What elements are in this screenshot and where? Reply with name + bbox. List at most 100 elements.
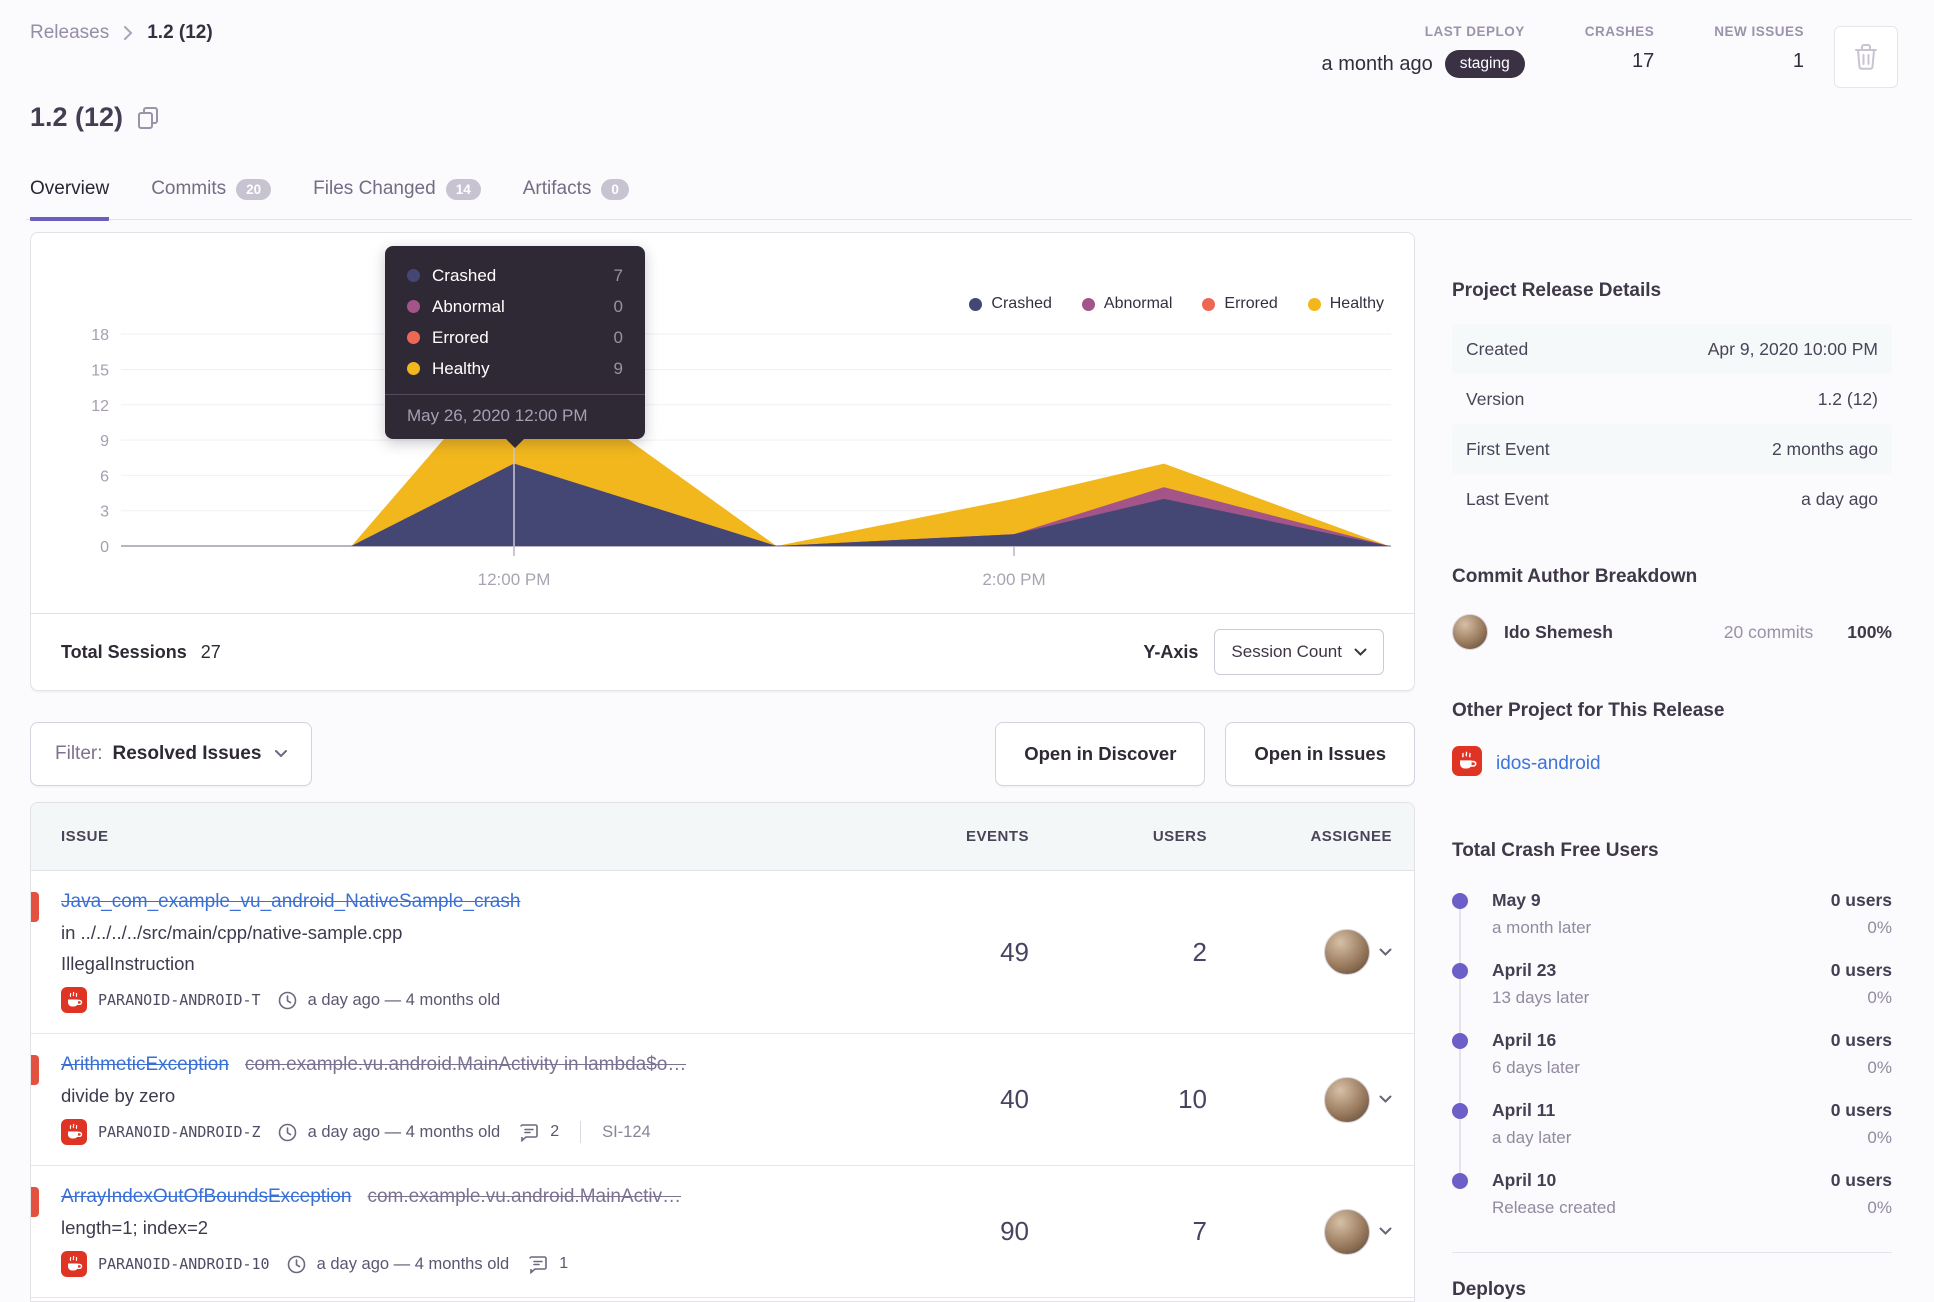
chevron-down-icon <box>1379 1227 1392 1235</box>
tab-overview[interactable]: Overview <box>30 170 110 221</box>
assignee-dropdown-chevron[interactable] <box>1379 1227 1392 1236</box>
entry-users: 0 users <box>1830 890 1892 910</box>
release-details-rows: Created Apr 9, 2020 10:00 PM Version 1.2 (1… <box>1452 324 1892 524</box>
issues-table-body: Java_com_example_vu_android_NativeSample… <box>31 871 1414 1298</box>
filter-selected-value: Resolved Issues <box>112 743 262 764</box>
tooltip-series-name: Errored <box>432 327 489 347</box>
tooltip-series-value: 9 <box>613 358 623 378</box>
chevron-down-icon <box>1379 948 1392 956</box>
crash-free-entry: April 16 0 users 6 days later 0% <box>1452 1030 1892 1100</box>
legend-item-healthy[interactable]: Healthy <box>1307 295 1384 313</box>
column-header-assignee: ASSIGNEE <box>1310 828 1392 845</box>
project-slug: PARANOID-ANDROID-Z <box>98 1123 261 1141</box>
legend-item-crashed[interactable]: Crashed <box>969 295 1052 313</box>
deploys-heading: Deploys <box>1452 1279 1526 1300</box>
tooltip-series-value: 7 <box>613 265 623 285</box>
entry-users: 0 users <box>1830 1100 1892 1120</box>
sessions-chart-panel: 0 3 6 9 12 15 18 12:00 PM 2:00 PM Crashed Abnorma… <box>30 232 1415 691</box>
java-platform-icon <box>1452 746 1482 776</box>
chart-footer: Total Sessions 27 Y-Axis Session Count <box>31 613 1414 690</box>
assignee-avatar[interactable] <box>1324 1076 1370 1123</box>
tooltip-series-name: Abnormal <box>432 296 505 316</box>
open-in-discover-button[interactable]: Open in Discover <box>995 722 1206 786</box>
header-stat-crashes: CRASHES 17 <box>1585 24 1655 78</box>
tooltip-rows: Crashed 7 Abnormal 0 Errored 0 Healthy 9 <box>385 246 645 394</box>
detail-label: Last Event <box>1466 488 1549 509</box>
tab-commits[interactable]: Commits 20 <box>151 170 272 221</box>
timeline-dot-icon <box>1452 1103 1468 1119</box>
entry-date: April 23 <box>1492 960 1557 980</box>
other-project-heading: Other Project for This Release <box>1452 700 1725 721</box>
issue-subtitle: IllegalInstruction <box>61 953 195 974</box>
entry-date: April 10 <box>1492 1170 1557 1190</box>
filter-label: Filter: <box>55 743 103 764</box>
tab-count-badge: 14 <box>445 178 481 200</box>
unresolved-marker <box>31 1055 39 1085</box>
header-stat-new-issues: NEW ISSUES 1 <box>1714 24 1804 78</box>
stat-value: a month ago staging <box>1322 50 1525 78</box>
breadcrumb-releases-link[interactable]: Releases <box>30 22 109 44</box>
issue-title-link[interactable]: Java_com_example_vu_android_NativeSample… <box>61 891 520 913</box>
header-stat-last-deploy: LAST DEPLOY a month ago staging <box>1322 24 1525 78</box>
detail-row-last-event: Last Event a day ago <box>1452 474 1892 524</box>
entry-note: 13 days later <box>1492 988 1590 1007</box>
tab-label: Commits <box>151 178 227 199</box>
issues-filter-dropdown[interactable]: Filter: Resolved Issues <box>30 722 313 786</box>
issue-meta: PARANOID-ANDROID-T a day ago — 4 months o… <box>61 987 799 1013</box>
issue-title-link[interactable]: ArrayIndexOutOfBoundsException <box>61 1186 351 1208</box>
tab-count-badge: 20 <box>236 178 272 200</box>
divider <box>580 1121 582 1143</box>
tooltip-timestamp: May 26, 2020 12:00 PM <box>385 394 645 439</box>
detail-label: Version <box>1466 388 1525 409</box>
crash-free-entry: May 9 0 users a month later 0% <box>1452 890 1892 960</box>
assignee-avatar[interactable] <box>1324 929 1370 975</box>
tooltip-dot-icon <box>407 269 420 282</box>
comment-icon <box>529 1255 548 1274</box>
copy-icon[interactable] <box>137 106 159 130</box>
sessions-area-chart[interactable]: 0 3 6 9 12 15 18 12:00 PM 2:00 PM <box>31 233 1414 615</box>
tooltip-dot-icon <box>407 331 420 344</box>
issue-age: a day ago — 4 months old <box>307 1122 501 1141</box>
stat-label: NEW ISSUES <box>1714 24 1804 39</box>
total-sessions-value: 27 <box>200 641 221 662</box>
detail-label: First Event <box>1466 438 1550 459</box>
assignee-dropdown-chevron[interactable] <box>1379 948 1392 957</box>
tab-label: Overview <box>30 178 110 199</box>
legend-item-abnormal[interactable]: Abnormal <box>1081 295 1172 313</box>
tab-artifacts[interactable]: Artifacts 0 <box>523 170 629 221</box>
issue-culprit: com.example.vu.android.MainActivity in l… <box>244 1054 687 1075</box>
commit-author-row: Ido Shemesh 20 commits 100% <box>1452 614 1892 650</box>
release-tabs: Overview Commits 20 Files Changed 14 Artifact… <box>26 170 1912 221</box>
chevron-right-icon <box>123 25 133 41</box>
tab-files-changed[interactable]: Files Changed 14 <box>313 170 481 221</box>
crash-free-entry: April 10 0 users Release created 0% <box>1452 1170 1892 1240</box>
yaxis-select[interactable]: Session Count <box>1214 629 1384 675</box>
commit-authors-heading: Commit Author Breakdown <box>1452 566 1698 587</box>
assignee-dropdown-chevron[interactable] <box>1379 1095 1392 1104</box>
timeline-dot-icon <box>1452 1033 1468 1049</box>
tab-label: Files Changed <box>313 178 436 199</box>
legend-dot-icon <box>1081 297 1095 311</box>
assignee-avatar[interactable] <box>1324 1208 1370 1255</box>
legend-item-errored[interactable]: Errored <box>1202 295 1278 313</box>
author-avatar <box>1452 614 1488 650</box>
issue-title-link[interactable]: ArithmeticException <box>61 1054 229 1076</box>
project-slug: PARANOID-ANDROID-10 <box>98 1255 270 1273</box>
issue-row: ArithmeticException com.example.vu.androi… <box>31 1034 1414 1166</box>
issue-summary: ArithmeticException com.example.vu.androi… <box>61 1054 799 1145</box>
entry-percent: 0% <box>1867 1128 1892 1147</box>
detail-value: a day ago <box>1801 488 1878 509</box>
users-count: 7 <box>1192 1216 1207 1246</box>
column-header-issue: ISSUE <box>61 828 109 845</box>
svg-text:12: 12 <box>91 398 109 415</box>
tooltip-dot-icon <box>407 362 420 375</box>
delete-release-button[interactable] <box>1834 26 1898 88</box>
author-name: Ido Shemesh <box>1504 621 1613 642</box>
open-in-issues-button[interactable]: Open in Issues <box>1225 722 1415 786</box>
clock-icon <box>287 1255 305 1273</box>
issue-subtitle: length=1; index=2 <box>61 1217 209 1238</box>
other-project-link[interactable]: idos-android <box>1496 753 1601 775</box>
tab-count-badge: 0 <box>601 178 629 200</box>
timeline-dot-icon <box>1452 963 1468 979</box>
issue-age: a day ago — 4 months old <box>316 1254 510 1273</box>
